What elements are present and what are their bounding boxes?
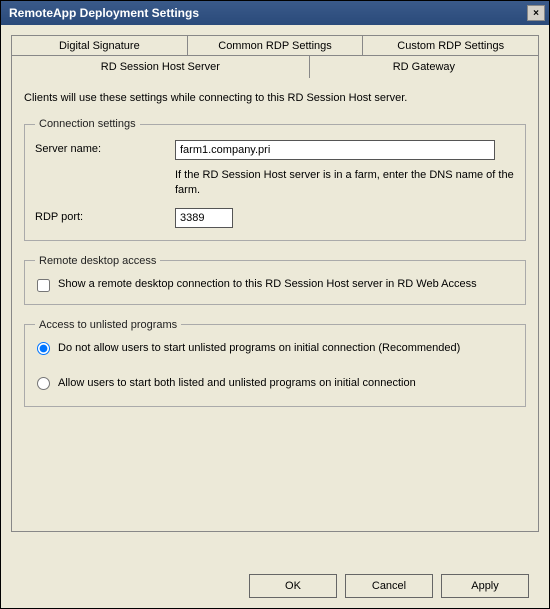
rdweb-access-label: Show a remote desktop connection to this… — [58, 277, 515, 292]
group-remote-desktop-access: Remote desktop access Show a remote desk… — [24, 255, 526, 305]
group-remote-access-legend: Remote desktop access — [35, 255, 160, 267]
rdp-port-control — [175, 208, 515, 228]
row-rdp-port: RDP port: — [35, 208, 515, 228]
rdweb-access-checkbox[interactable] — [37, 279, 50, 292]
tab-row-lower: RD Session Host Server RD Gateway — [11, 55, 539, 78]
apply-button[interactable]: Apply — [441, 574, 529, 598]
group-unlisted-programs: Access to unlisted programs Do not allow… — [24, 319, 526, 408]
ok-button[interactable]: OK — [249, 574, 337, 598]
tab-digital-signature[interactable]: Digital Signature — [11, 35, 188, 56]
tab-rd-session-host-server[interactable]: RD Session Host Server — [11, 55, 310, 78]
window-title: RemoteApp Deployment Settings — [9, 6, 199, 20]
radio-disallow-unlisted[interactable] — [37, 342, 50, 355]
row-server-name: Server name: — [35, 140, 515, 160]
tab-common-rdp-settings[interactable]: Common RDP Settings — [187, 35, 364, 56]
tab-custom-rdp-settings[interactable]: Custom RDP Settings — [362, 35, 539, 56]
server-name-label: Server name: — [35, 140, 175, 155]
tab-panel: Clients will use these settings while co… — [11, 77, 539, 532]
server-name-input[interactable] — [175, 140, 495, 160]
radio-allow-label: Allow users to start both listed and unl… — [58, 376, 515, 391]
radio-allow-unlisted[interactable] — [37, 377, 50, 390]
server-name-control — [175, 140, 515, 160]
radio-disallow-label: Do not allow users to start unlisted pro… — [58, 341, 515, 356]
server-name-hint: If the RD Session Host server is in a fa… — [175, 168, 515, 198]
group-connection-legend: Connection settings — [35, 118, 140, 130]
tab-rd-gateway[interactable]: RD Gateway — [309, 55, 539, 78]
rdp-port-label: RDP port: — [35, 208, 175, 223]
content-area: Digital Signature Common RDP Settings Cu… — [1, 25, 549, 608]
titlebar: RemoteApp Deployment Settings × — [1, 1, 549, 25]
group-unlisted-legend: Access to unlisted programs — [35, 319, 181, 331]
rdp-port-input[interactable] — [175, 208, 233, 228]
group-connection-settings: Connection settings Server name: If the … — [24, 118, 526, 241]
cancel-button[interactable]: Cancel — [345, 574, 433, 598]
row-radio-allow: Allow users to start both listed and unl… — [35, 376, 515, 391]
button-bar: OK Cancel Apply — [11, 564, 539, 608]
row-radio-disallow: Do not allow users to start unlisted pro… — [35, 341, 515, 356]
tab-row-upper: Digital Signature Common RDP Settings Cu… — [11, 35, 539, 56]
panel-description: Clients will use these settings while co… — [24, 92, 526, 104]
row-rdweb-checkbox: Show a remote desktop connection to this… — [35, 277, 515, 292]
titlebar-buttons: × — [525, 5, 545, 21]
close-icon[interactable]: × — [527, 5, 545, 21]
tab-container: Digital Signature Common RDP Settings Cu… — [11, 35, 539, 564]
dialog-window: RemoteApp Deployment Settings × Digital … — [0, 0, 550, 609]
